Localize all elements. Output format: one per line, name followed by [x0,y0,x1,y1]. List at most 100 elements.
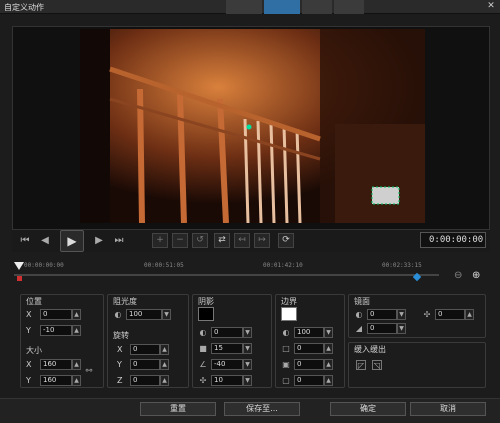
shadow-angle-field[interactable]: -40 [211,359,243,370]
size-y-label: Y [26,376,31,385]
save-to-button[interactable]: 保存至... [224,402,300,416]
add-keyframe-icon[interactable]: + [152,233,168,248]
border-softness-spinner[interactable]: ▲ [324,359,333,370]
path-point[interactable] [246,124,252,130]
size-x-spinner[interactable]: ▲ [72,359,81,370]
border-opacity-icon: ◐ [282,328,290,337]
playhead-icon[interactable] [14,262,24,270]
title-tab-active[interactable] [264,0,300,14]
properties-area: 位置 X 0 ▲ Y -10 ▲ 大小 X 160 ▲ Y 160 ▲ ⚯ 阻光… [12,290,490,392]
loop-icon[interactable]: ⟳ [278,233,294,248]
zoom-in-icon[interactable]: ⊕ [472,270,484,282]
move-left-icon[interactable]: ↤ [234,233,250,248]
rotation-y-label: Y [117,360,122,369]
rotation-y-spinner[interactable]: ▲ [160,359,169,370]
cancel-button[interactable]: 取消 [410,402,486,416]
window-title: 自定义动作 [4,3,44,12]
mirror-fade-spinner[interactable]: ▼ [397,323,406,334]
border-softness-field[interactable]: 0 [294,359,324,370]
size-x-field[interactable]: 160 [40,359,72,370]
position-x-label: X [26,310,32,319]
shadow-distance-spinner[interactable]: ▼ [243,375,252,386]
mirror-opacity-icon: ◐ [355,310,363,319]
remove-keyframe-icon[interactable]: − [172,233,188,248]
border-width-icon: □ [282,344,290,353]
prev-frame-icon[interactable]: ◀ [38,234,52,248]
rotation-x-label: X [117,345,123,354]
border-corner-icon: ▢ [282,376,290,385]
mirror-opacity-spinner[interactable]: ▼ [397,309,406,320]
fade-title: 缓入缓出 [354,345,386,354]
title-tab[interactable] [302,0,332,14]
size-y-field[interactable]: 160 [40,375,72,386]
timeline-track[interactable] [14,274,439,276]
size-y-spinner[interactable]: ▲ [72,375,81,386]
shadow-distance-icon: ✣ [199,376,207,385]
shadow-angle-spinner[interactable]: ▼ [243,359,252,370]
border-width-spinner[interactable]: ▲ [324,343,333,354]
shadow-blur-icon: ■ [199,344,207,353]
border-color-swatch[interactable] [281,307,297,321]
mirror-offset-spinner[interactable]: ▲ [465,309,474,320]
ease-out-icon[interactable]: ◹ [372,360,382,370]
selected-object[interactable] [371,186,400,205]
mirror-fade-icon: ◢ [355,324,363,333]
size-x-label: X [26,360,32,369]
shadow-title: 阴影 [198,297,214,306]
go-to-end-icon[interactable]: ⏭ [112,234,126,248]
shadow-blur-field[interactable]: 15 [211,343,243,354]
link-icon[interactable]: ⚯ [84,366,94,376]
reverse-icon[interactable]: ↺ [192,233,208,248]
zoom-out-icon[interactable]: ⊖ [454,270,466,282]
rotation-x-spinner[interactable]: ▲ [160,344,169,355]
video-preview[interactable] [80,29,425,223]
position-y-field[interactable]: -10 [40,325,72,336]
position-y-spinner[interactable]: ▲ [72,325,81,336]
timecode-display[interactable]: 0:00:00:00 [420,232,486,248]
rotation-z-label: Z [117,376,123,385]
border-opacity-spinner[interactable]: ▼ [324,327,333,338]
border-corner-field[interactable]: 0 [294,375,324,386]
border-opacity-field[interactable]: 100 [294,327,324,338]
opacity-icon: ◐ [114,310,122,319]
timeline-ruler[interactable]: 00:00:00:00 00:00:51:05 00:01:42:10 00:0… [12,258,452,284]
border-softness-icon: ▣ [282,360,290,369]
next-frame-icon[interactable]: ▶ [92,234,106,248]
mirror-offset-field[interactable]: 0 [435,309,465,320]
border-title: 边界 [281,297,297,306]
ease-in-icon[interactable]: ◸ [356,360,366,370]
title-tab[interactable] [226,0,262,14]
title-tab[interactable] [334,0,364,14]
opacity-field[interactable]: 100 [126,309,162,320]
mirror-fade-field[interactable]: 0 [367,323,397,334]
play-button[interactable]: ▶ [60,230,84,252]
title-tab-strip [226,0,366,14]
rotation-x-field[interactable]: 0 [130,344,160,355]
mirror-title: 镜面 [354,297,370,306]
rotation-y-field[interactable]: 0 [130,359,160,370]
border-corner-spinner[interactable]: ▲ [324,375,333,386]
go-to-start-icon[interactable]: ⏮ [18,234,32,248]
shadow-opacity-field[interactable]: 0 [211,327,243,338]
shadow-color-swatch[interactable] [198,307,214,321]
start-keyframe-marker[interactable] [17,276,22,281]
reset-button[interactable]: 重置 [140,402,216,416]
position-y-label: Y [26,326,31,335]
mirror-opacity-field[interactable]: 0 [367,309,397,320]
opacity-spinner[interactable]: ▼ [162,309,171,320]
close-icon[interactable]: ✕ [485,1,497,12]
ok-button[interactable]: 确定 [330,402,406,416]
swap-icon[interactable]: ⇄ [214,233,230,248]
move-right-icon[interactable]: ↦ [254,233,270,248]
position-x-field[interactable]: 0 [40,309,72,320]
position-x-spinner[interactable]: ▲ [72,309,81,320]
rotation-z-field[interactable]: 0 [130,375,160,386]
shadow-blur-spinner[interactable]: ▼ [243,343,252,354]
shadow-distance-field[interactable]: 10 [211,375,243,386]
border-width-field[interactable]: 0 [294,343,324,354]
rotation-title: 旋转 [113,331,129,340]
mirror-move-icon: ✣ [423,310,431,319]
shadow-opacity-spinner[interactable]: ▼ [243,327,252,338]
rotation-z-spinner[interactable]: ▲ [160,375,169,386]
shadow-angle-icon: ∠ [199,360,207,369]
